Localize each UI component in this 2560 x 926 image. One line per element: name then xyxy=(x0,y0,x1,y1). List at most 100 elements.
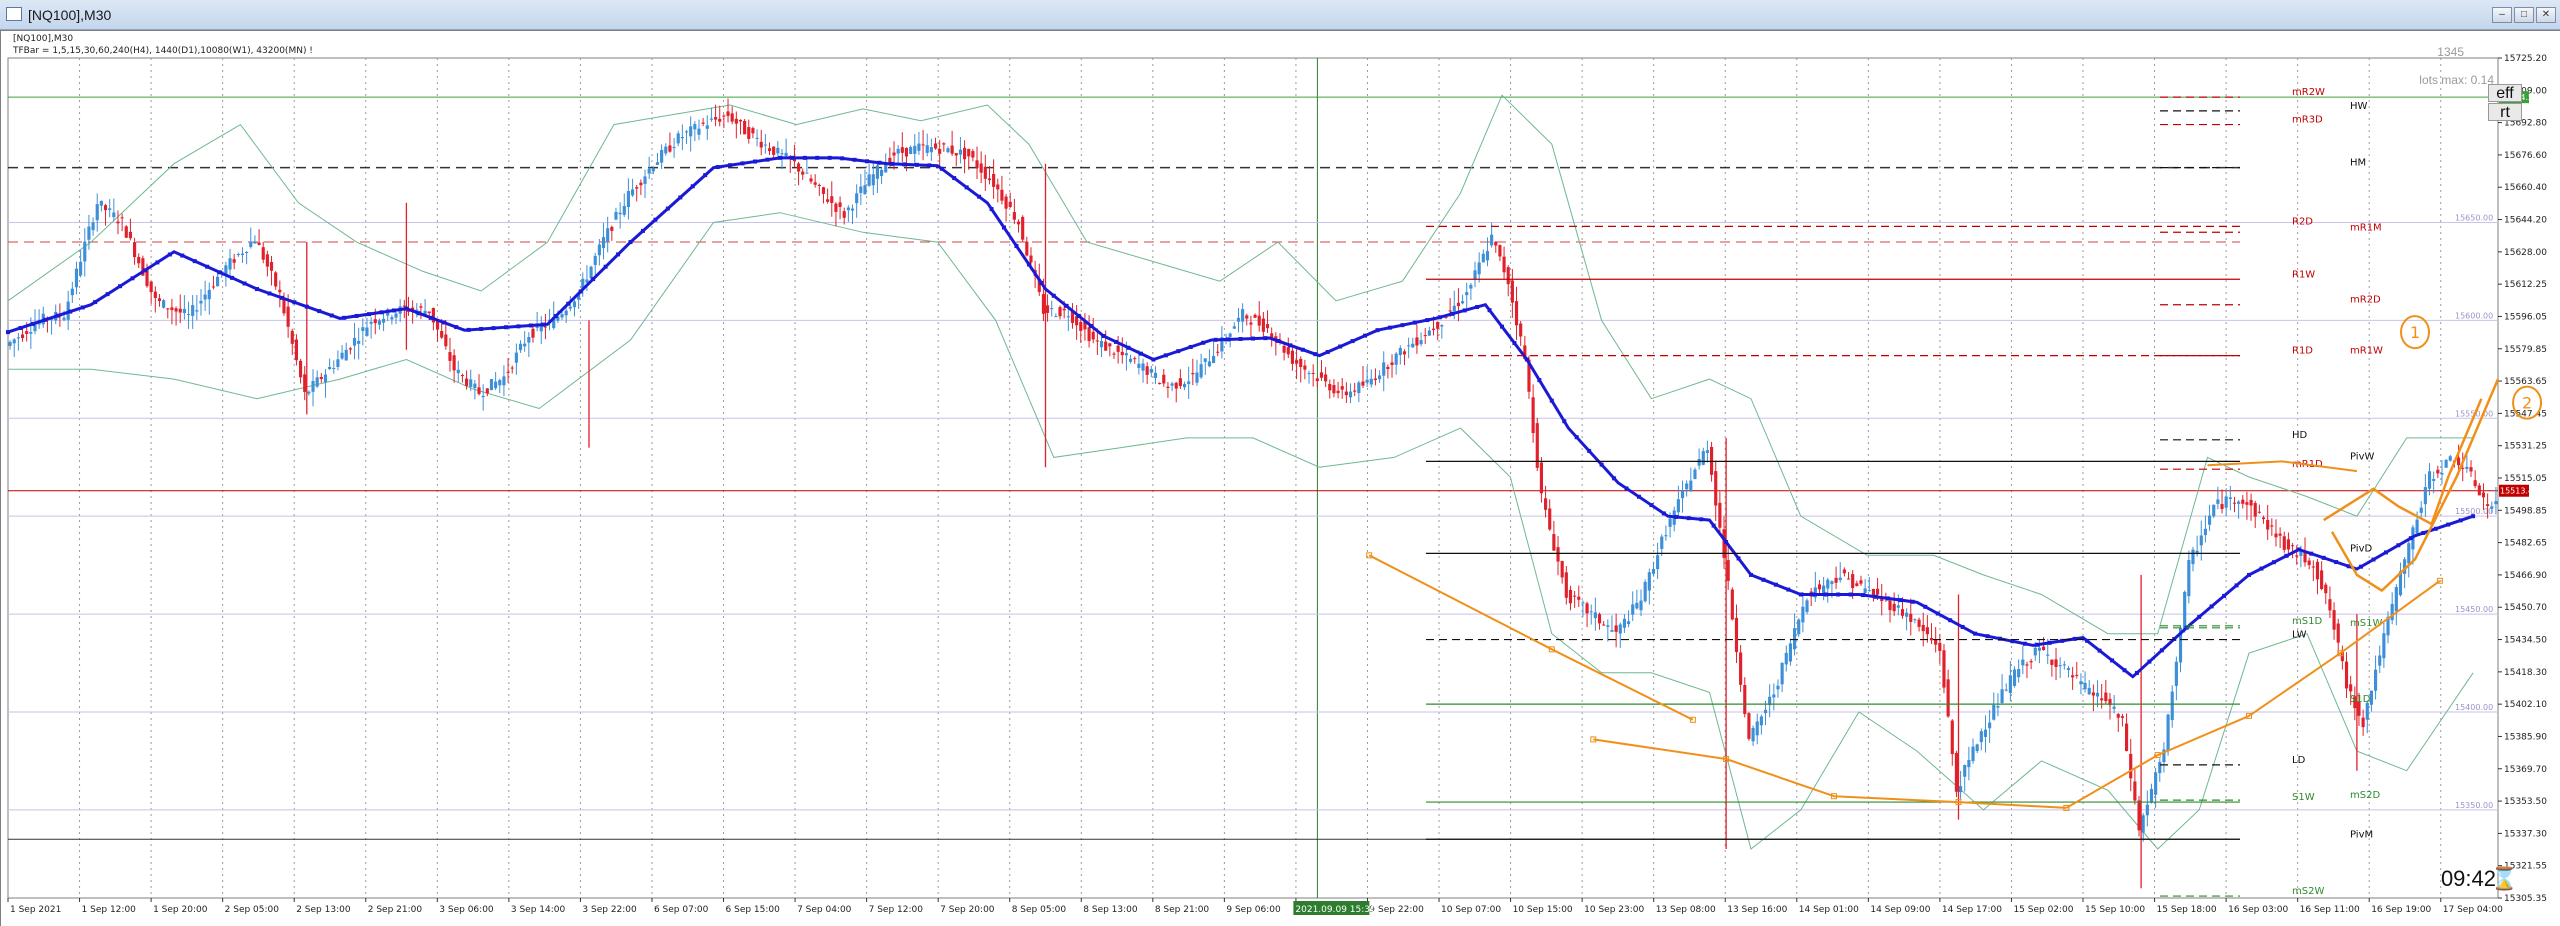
time-tick-label: 3 Sep 22:00 xyxy=(582,905,637,915)
time-tick-label: 15 Sep 18:00 xyxy=(2157,905,2217,915)
moving-average-point xyxy=(55,313,60,318)
candle-up xyxy=(1755,721,1759,736)
candle-up xyxy=(1099,340,1104,348)
moving-average-point xyxy=(1562,419,1567,424)
moving-average-point xyxy=(802,155,807,160)
candle-down xyxy=(1917,619,1921,627)
candle-up xyxy=(2166,714,2170,751)
candle-up xyxy=(108,208,112,210)
time-tick-label: 1 Sep 2021 xyxy=(10,905,61,915)
candle-up xyxy=(2154,772,2158,795)
time-tick-label: 15 Sep 02:00 xyxy=(2013,905,2073,915)
candle-up xyxy=(1236,317,1241,322)
candle-up xyxy=(1066,316,1070,318)
price-tick-label: 15644.20 xyxy=(2504,216,2547,226)
moving-average-point xyxy=(2284,553,2289,558)
candle-down xyxy=(419,306,423,308)
moving-average-point xyxy=(616,252,621,257)
candle-down xyxy=(427,311,431,314)
moving-average-point xyxy=(2259,566,2264,571)
moving-average-point xyxy=(2296,547,2301,552)
candle-up xyxy=(2382,633,2386,659)
moving-average-point xyxy=(454,325,459,330)
candle-up xyxy=(1867,590,1871,592)
candle-up xyxy=(1913,619,1917,621)
candle-up xyxy=(909,147,913,154)
candle-up xyxy=(70,288,74,296)
candle-down xyxy=(465,378,469,386)
candle-up xyxy=(2394,587,2398,612)
moving-average-point xyxy=(30,321,35,326)
moving-average-point xyxy=(205,264,210,269)
level-label-pivw: PivW xyxy=(2350,451,2375,462)
candle-up xyxy=(2058,665,2062,667)
rt-button[interactable]: rt xyxy=(2488,103,2522,121)
candle-down xyxy=(373,319,377,324)
moving-average-point xyxy=(1500,324,1504,329)
candle-down xyxy=(1344,391,1348,396)
candle-down xyxy=(1510,280,1514,303)
candle-up xyxy=(2444,459,2448,468)
moving-average-point xyxy=(1051,293,1056,298)
candle-up xyxy=(929,147,933,153)
candle-up xyxy=(1419,340,1423,345)
moving-average-point xyxy=(1114,339,1119,344)
candle-up xyxy=(655,162,660,165)
moving-average-point xyxy=(2359,564,2364,569)
candle-up xyxy=(249,241,253,247)
candle-down xyxy=(830,196,834,203)
moving-average-point xyxy=(155,260,160,265)
bollinger-lower-band xyxy=(8,212,2474,850)
candle-up xyxy=(1232,326,1236,329)
moving-average-point xyxy=(1138,351,1143,356)
moving-average-point xyxy=(504,325,508,330)
moving-average-point xyxy=(1076,313,1081,318)
moving-average-point xyxy=(1101,334,1106,339)
candle-down xyxy=(2286,539,2290,550)
candle-down xyxy=(2291,545,2295,547)
candle-down xyxy=(1921,624,1925,632)
candle-down xyxy=(257,242,261,245)
moving-average-point xyxy=(2097,648,2102,653)
candle-up xyxy=(1797,619,1801,635)
moving-average-point xyxy=(1836,592,1841,597)
price-chart[interactable]: 15725.2015709.0015692.8015676.6015660.40… xyxy=(0,0,2560,926)
candle-up xyxy=(884,164,888,173)
candle-down xyxy=(1319,372,1324,378)
moving-average-point xyxy=(1786,587,1791,592)
moving-average-point xyxy=(18,326,23,331)
candle-up xyxy=(2195,550,2199,553)
candle-down xyxy=(1739,652,1743,685)
level-label-lw: LW xyxy=(2292,630,2307,641)
moving-average-point xyxy=(740,161,745,166)
candle-down xyxy=(1548,508,1552,530)
candle-up xyxy=(1137,363,1141,368)
time-tick-label: 8 Sep 21:00 xyxy=(1155,905,1210,915)
moving-average-point xyxy=(553,314,558,319)
moving-average-point xyxy=(865,159,870,164)
candle-up xyxy=(1477,262,1481,275)
candle-down xyxy=(103,205,108,211)
candle-up xyxy=(651,168,655,172)
candle-up xyxy=(867,174,871,186)
price-tick-label: 15612.25 xyxy=(2504,280,2547,290)
candle-up xyxy=(1187,381,1191,385)
candle-down xyxy=(166,308,170,310)
lots-label: lots max: 0.14 xyxy=(2419,73,2494,87)
candle-up xyxy=(365,327,369,336)
candle-down xyxy=(2100,698,2104,701)
moving-average-point xyxy=(1935,611,1940,616)
candle-down xyxy=(1390,362,1394,365)
candle-up xyxy=(1199,364,1203,378)
candle-up xyxy=(95,204,99,221)
level-label-ld: LD xyxy=(2292,755,2306,766)
candle-down xyxy=(2075,674,2079,676)
candle-down xyxy=(772,146,776,155)
moving-average-point xyxy=(479,326,484,331)
eff-button[interactable]: eff xyxy=(2488,84,2522,102)
moving-average-point xyxy=(1026,262,1031,267)
moving-average-point xyxy=(167,252,172,257)
price-tick-label: 15676.60 xyxy=(2504,151,2547,161)
candle-down xyxy=(2332,610,2336,630)
candle-down xyxy=(1888,600,1892,611)
